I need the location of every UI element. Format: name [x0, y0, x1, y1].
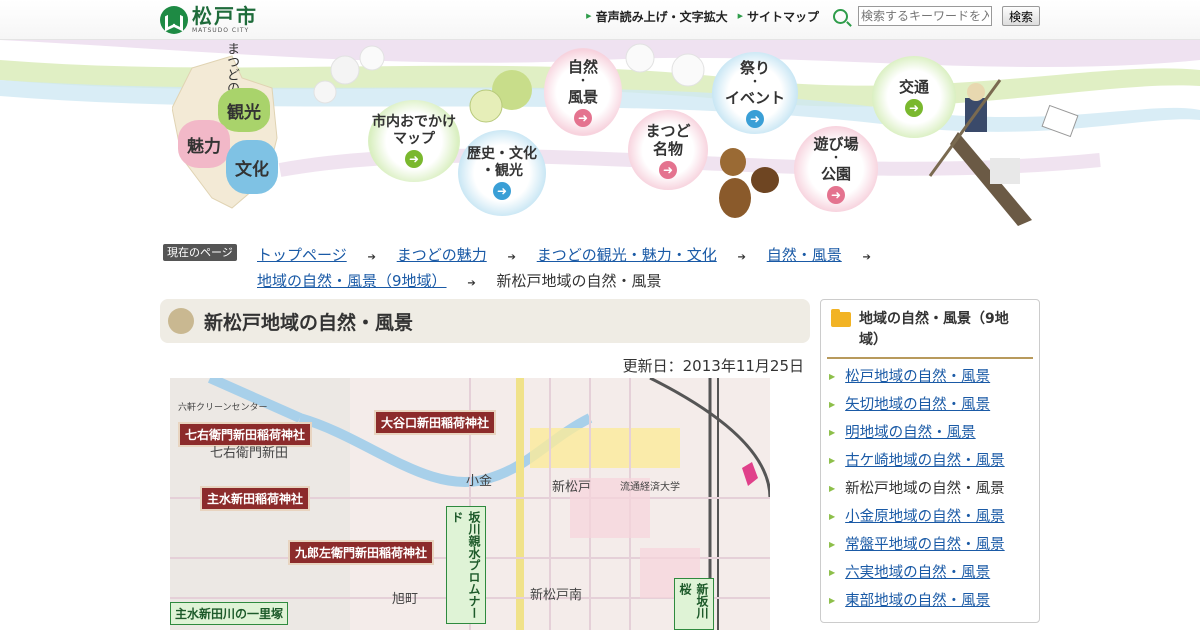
page-title-bar: 新松戸地域の自然・風景: [160, 299, 810, 343]
sidebar-item-mutsumi[interactable]: 六実地域の自然・風景: [829, 559, 1039, 587]
hero-banner: まつどの 観光 魅力 文化 市内おでかけ マップ ➜ 歴史・文化 ・観光 ➜ 自…: [0, 40, 1200, 232]
sidebar: 地域の自然・風景（9地域） 松戸地域の自然・風景 矢切地域の自然・風景 明地域の…: [820, 299, 1040, 623]
header-bar: 松戸市 MATSUDO CITY 音声読み上げ・文字拡大 サイトマップ 検索: [0, 0, 1200, 40]
nav-events-label-3: イベント: [724, 88, 785, 107]
nav-outing-map[interactable]: 市内おでかけ マップ ➜: [368, 100, 460, 182]
sidebar-link[interactable]: 東部地域の自然・風景: [845, 587, 990, 615]
folder-icon: [831, 309, 851, 327]
sidebar-item-koganehara[interactable]: 小金原地域の自然・風景: [829, 503, 1039, 531]
sidebar-item-tokiwadaira[interactable]: 常盤平地域の自然・風景: [829, 531, 1039, 559]
sidebar-item-kogasaki[interactable]: 古ケ崎地域の自然・風景: [829, 447, 1039, 475]
breadcrumb-link-regions[interactable]: 地域の自然・風景（9地域）: [257, 272, 447, 290]
accessibility-link[interactable]: 音声読み上げ・文字拡大: [586, 8, 728, 25]
map-place-label: 流通経済大学: [620, 482, 680, 493]
sidebar-link[interactable]: 明地域の自然・風景: [845, 419, 976, 447]
arrow-right-icon: ➜: [574, 108, 592, 127]
map-shrine-label: 大谷口新田稲荷神社: [374, 410, 497, 435]
nav-history-label-2: ・観光: [481, 162, 523, 179]
city-emblem-icon: [160, 6, 188, 34]
map-place-label: 新松戸南: [530, 588, 583, 603]
logo-name: 松戸市: [192, 4, 258, 28]
sightseeing-tile[interactable]: 観光: [218, 88, 270, 132]
sidebar-item-east[interactable]: 東部地域の自然・風景: [829, 587, 1039, 615]
breadcrumb-row-1: トップページ ➔ まつどの魅力 ➔ まつどの観光・魅力・文化 ➔ 自然・風景 ➔: [257, 242, 892, 271]
area-map-image: 七右衛門新田稲荷神社 大谷口新田稲荷神社 主水新田稲荷神社 九郎左衛門新田稲荷神…: [170, 378, 770, 630]
sidebar-link[interactable]: 六実地域の自然・風景: [845, 559, 990, 587]
map-place-label: 旭町: [392, 592, 419, 607]
nav-nature-scenery[interactable]: 自然 ・ 風景 ➜: [544, 48, 622, 136]
nav-parks-label-1: 遊び場: [813, 134, 859, 153]
logo-subtitle: MATSUDO CITY: [192, 27, 250, 34]
map-title: まつどの: [224, 42, 239, 94]
arrow-right-icon: ➜: [493, 182, 511, 201]
nav-specialties-label-2: 名物: [652, 139, 683, 158]
nav-nature-label-2: ・: [578, 75, 588, 87]
sitemap-link[interactable]: サイトマップ: [738, 8, 819, 25]
nav-outing-map-label-1: 市内おでかけ: [372, 113, 456, 130]
map-landmark-label: 主水新田川の一里塚: [170, 602, 289, 625]
arrow-right-icon: ➜: [746, 109, 764, 128]
map-shrine-label: 九郎左衛門新田稲荷神社: [288, 540, 435, 565]
breadcrumb-separator-icon: ➔: [862, 252, 871, 263]
nav-parks-label-2: ・: [831, 152, 841, 164]
nav-events-label-2: ・: [750, 76, 760, 88]
nav-nature-label-1: 自然: [567, 57, 598, 76]
map-place-label: 小金: [466, 474, 493, 489]
breadcrumb-link-nature[interactable]: 自然・風景: [767, 246, 842, 264]
breadcrumb-link-sightseeing[interactable]: まつどの観光・魅力・文化: [537, 246, 717, 264]
nav-transport-label: 交通: [898, 77, 929, 96]
sidebar-link[interactable]: 松戸地域の自然・風景: [845, 363, 990, 391]
breadcrumb-separator-icon: ➔: [737, 252, 746, 263]
breadcrumb-link-top[interactable]: トップページ: [257, 246, 347, 264]
sidebar-item-shinmatsudo: 新松戸地域の自然・風景: [829, 475, 1039, 503]
sidebar-current-item: 新松戸地域の自然・風景: [845, 481, 1005, 497]
nav-history-label-1: 歴史・文化: [467, 145, 537, 162]
charm-tile[interactable]: 魅力: [178, 120, 230, 168]
nav-local-specialties[interactable]: まつど 名物 ➜: [628, 110, 708, 190]
breadcrumb-current: 新松戸地域の自然・風景: [496, 272, 662, 290]
nav-nature-label-3: 風景: [567, 87, 598, 106]
nav-playgrounds-parks[interactable]: 遊び場 ・ 公園 ➜: [794, 126, 878, 212]
sidebar-link[interactable]: 古ケ崎地域の自然・風景: [845, 447, 1005, 475]
breadcrumb-separator-icon: ➔: [467, 278, 476, 289]
title-bullet-icon: [168, 308, 194, 334]
arrow-right-icon: ➜: [827, 185, 845, 204]
sidebar-title: 地域の自然・風景（9地域）: [859, 311, 1009, 348]
breadcrumb-link-charm[interactable]: まつどの魅力: [397, 246, 487, 264]
sidebar-list: 松戸地域の自然・風景 矢切地域の自然・風景 明地域の自然・風景 古ケ崎地域の自然…: [821, 359, 1039, 615]
map-place-label: 七右衛門新田: [210, 446, 289, 461]
sidebar-link[interactable]: 常盤平地域の自然・風景: [845, 531, 1005, 559]
page-title: 新松戸地域の自然・風景: [204, 311, 414, 334]
current-page-badge: 現在のページ: [163, 244, 237, 261]
sidebar-link[interactable]: 小金原地域の自然・風景: [845, 503, 1005, 531]
sidebar-item-akira[interactable]: 明地域の自然・風景: [829, 419, 1039, 447]
nav-events-label-1: 祭り: [739, 58, 770, 77]
map-promenade-label: 坂川親水プロムナード: [446, 506, 486, 624]
map-river-label: 新坂川桜: [674, 578, 714, 630]
search-input[interactable]: [857, 6, 992, 26]
search-icon: [832, 8, 848, 24]
map-place-label: 新松戸: [552, 480, 592, 495]
sidebar-header: 地域の自然・風景（9地域）: [827, 300, 1033, 359]
arrow-right-icon: ➜: [405, 150, 423, 169]
culture-tile[interactable]: 文化: [226, 140, 278, 194]
utility-nav: 音声読み上げ・文字拡大 サイトマップ 検索: [586, 6, 1040, 26]
nav-history-culture[interactable]: 歴史・文化 ・観光 ➜: [458, 130, 546, 216]
search-button[interactable]: 検索: [1001, 6, 1040, 26]
updated-date: 更新日：2013年11月25日: [622, 357, 804, 375]
nav-parks-label-3: 公園: [820, 164, 851, 183]
arrow-right-icon: ➜: [905, 98, 923, 117]
nav-festivals-events[interactable]: 祭り ・ イベント ➜: [712, 52, 798, 134]
map-shrine-label: 主水新田稲荷神社: [200, 486, 311, 511]
sidebar-link[interactable]: 矢切地域の自然・風景: [845, 391, 990, 419]
arrow-right-icon: ➜: [659, 160, 677, 179]
nav-outing-map-label-2: マップ: [393, 130, 435, 147]
nav-transportation[interactable]: 交通 ➜: [872, 56, 956, 138]
map-place-label: 六軒クリーンセンター: [178, 403, 268, 413]
breadcrumb-row-2: 地域の自然・風景（9地域） ➔ 新松戸地域の自然・風景: [257, 268, 662, 297]
nav-specialties-label-1: まつど: [645, 121, 691, 140]
site-logo[interactable]: 松戸市 MATSUDO CITY: [160, 6, 258, 34]
sidebar-item-matsudo[interactable]: 松戸地域の自然・風景: [829, 363, 1039, 391]
sidebar-item-yagiri[interactable]: 矢切地域の自然・風景: [829, 391, 1039, 419]
